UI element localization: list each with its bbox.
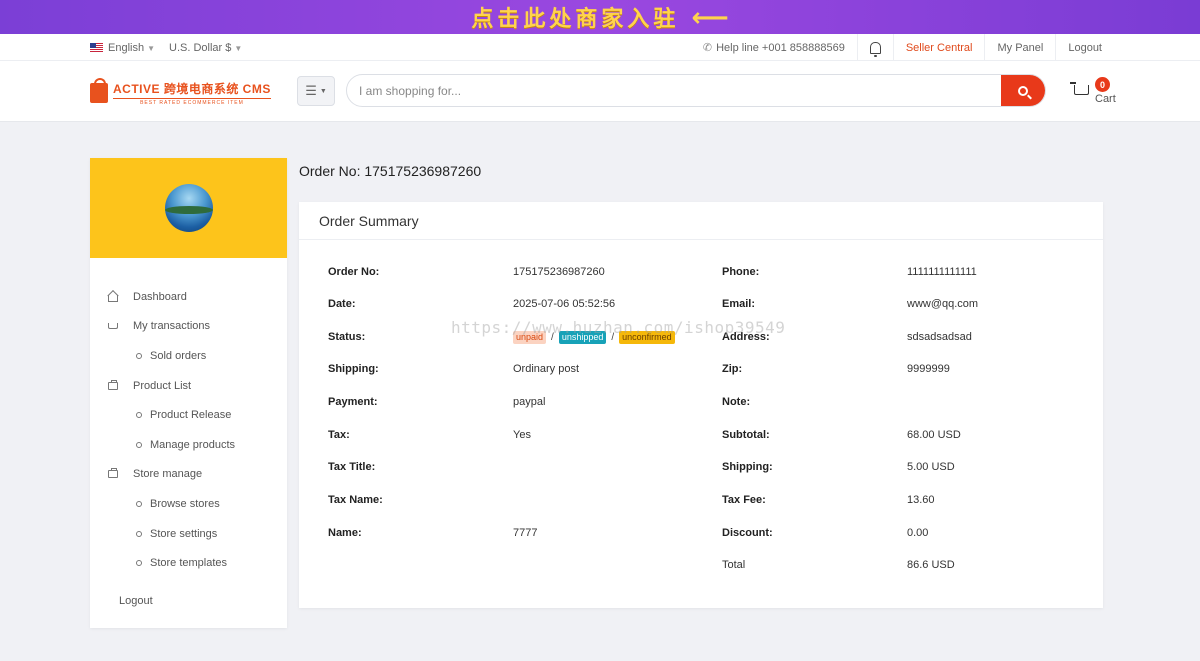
cart-count-badge: 0 xyxy=(1095,77,1110,92)
phone-icon: ✆ xyxy=(702,42,713,54)
summary-row: Date: 2025-07-06 05:52:56 Email: www@qq.… xyxy=(328,298,979,310)
summary-row: Tax Title: Shipping: 5.00 USD xyxy=(328,461,955,473)
chevron-down-icon: ▼ xyxy=(319,87,327,95)
order-summary-card: Order Summary Order No: 175175236987260 … xyxy=(299,202,1103,608)
seller-central-link[interactable]: Seller Central xyxy=(892,34,985,61)
promo-banner[interactable]: 点击此处商家入驻 ⟵ xyxy=(0,0,1200,34)
sidebar-item-product-release[interactable]: Product Release xyxy=(90,400,287,430)
top-logout-link[interactable]: Logout xyxy=(1055,34,1114,61)
search-icon xyxy=(1018,85,1028,96)
language-label: English xyxy=(108,41,145,54)
summary-row: Tax Name: Tax Fee: 13.60 xyxy=(328,494,935,506)
sidebar-nav: Dashboard My transactions Sold orders Pr… xyxy=(90,258,287,616)
cart-button[interactable]: 0 Cart xyxy=(1070,77,1124,109)
order-status: unpaid / unshipped / unconfirmed xyxy=(513,330,675,344)
promo-text: 点击此处商家入驻 xyxy=(471,7,680,32)
summary-row: Payment: paypal Note: xyxy=(328,396,751,408)
logo-title: ACTIVE 跨境电商系统 CMS xyxy=(113,82,271,96)
sidebar-logout[interactable]: Logout xyxy=(90,586,287,616)
helpline: ✆ Help line +001 858888569 xyxy=(702,41,845,55)
sidebar-item-product-list[interactable]: Product List xyxy=(90,371,287,401)
cart-icon xyxy=(108,323,118,330)
language-selector[interactable]: English ▼ xyxy=(90,42,155,54)
sidebar-item-store-templates[interactable]: Store templates xyxy=(90,548,287,578)
profile-header xyxy=(90,158,287,258)
sidebar-item-sold-orders[interactable]: Sold orders xyxy=(90,341,287,371)
status-badge: unshipped xyxy=(558,330,607,344)
site-logo[interactable]: ACTIVE 跨境电商系统 CMS BEST RATED ECOMMERCE I… xyxy=(90,78,271,106)
notifications-button[interactable] xyxy=(856,34,893,61)
account-sidebar: Dashboard My transactions Sold orders Pr… xyxy=(90,158,287,628)
top-bar: English ▼ U.S. Dollar $ ▼ ✆ Help line +001 … xyxy=(0,34,1200,61)
sidebar-item-browse-stores[interactable]: Browse stores xyxy=(90,489,287,519)
status-badge: unpaid xyxy=(513,330,547,344)
home-icon xyxy=(108,294,118,302)
category-menu-button[interactable]: ☰ ▼ xyxy=(297,76,335,106)
cart-icon xyxy=(1070,82,1089,95)
sidebar-item-store-manage[interactable]: Store manage xyxy=(90,460,287,490)
summary-row: Total 86.6 USD xyxy=(722,559,955,571)
page-title: Order No: 175175236987260 xyxy=(299,163,482,179)
hamburger-icon: ☰ xyxy=(305,83,317,98)
shopping-bag-icon xyxy=(90,78,108,103)
search-input[interactable] xyxy=(359,75,999,106)
my-panel-link[interactable]: My Panel xyxy=(984,34,1055,61)
logo-tagline: BEST RATED ECOMMERCE ITEM xyxy=(113,98,271,106)
card-title: Order Summary xyxy=(299,202,1103,240)
arrow-left-icon: ⟵ xyxy=(691,1,729,32)
sidebar-item-store-settings[interactable]: Store settings xyxy=(90,519,287,549)
summary-row: Status: unpaid / unshipped / unconfirmed… xyxy=(328,330,972,344)
site-header: ACTIVE 跨境电商系统 CMS BEST RATED ECOMMERCE I… xyxy=(0,61,1200,122)
avatar[interactable] xyxy=(164,184,213,232)
box-icon xyxy=(108,468,118,479)
summary-row: Shipping: Ordinary post Zip: 9999999 xyxy=(328,363,950,375)
status-badge: unconfirmed xyxy=(619,330,675,344)
cart-label: Cart xyxy=(1095,93,1116,105)
currency-selector[interactable]: U.S. Dollar $ ▼ xyxy=(169,42,242,54)
search-button[interactable] xyxy=(1001,75,1045,106)
chevron-down-icon: ▼ xyxy=(147,43,155,53)
currency-label: U.S. Dollar $ xyxy=(169,41,232,54)
bell-icon xyxy=(869,41,881,57)
sidebar-item-my-transactions[interactable]: My transactions xyxy=(90,312,287,342)
sidebar-item-manage-products[interactable]: Manage products xyxy=(90,430,287,460)
box-icon xyxy=(108,379,118,390)
summary-row: Tax: Yes Subtotal: 68.00 USD xyxy=(328,429,961,441)
sidebar-item-dashboard[interactable]: Dashboard xyxy=(90,282,287,312)
summary-row: Order No: 175175236987260 Phone: 1111111… xyxy=(328,266,977,278)
chevron-down-icon: ▼ xyxy=(234,43,243,53)
summary-row: Name: 7777 Discount: 0.00 xyxy=(328,527,929,539)
search-bar xyxy=(346,74,1046,107)
us-flag-icon xyxy=(90,42,103,52)
